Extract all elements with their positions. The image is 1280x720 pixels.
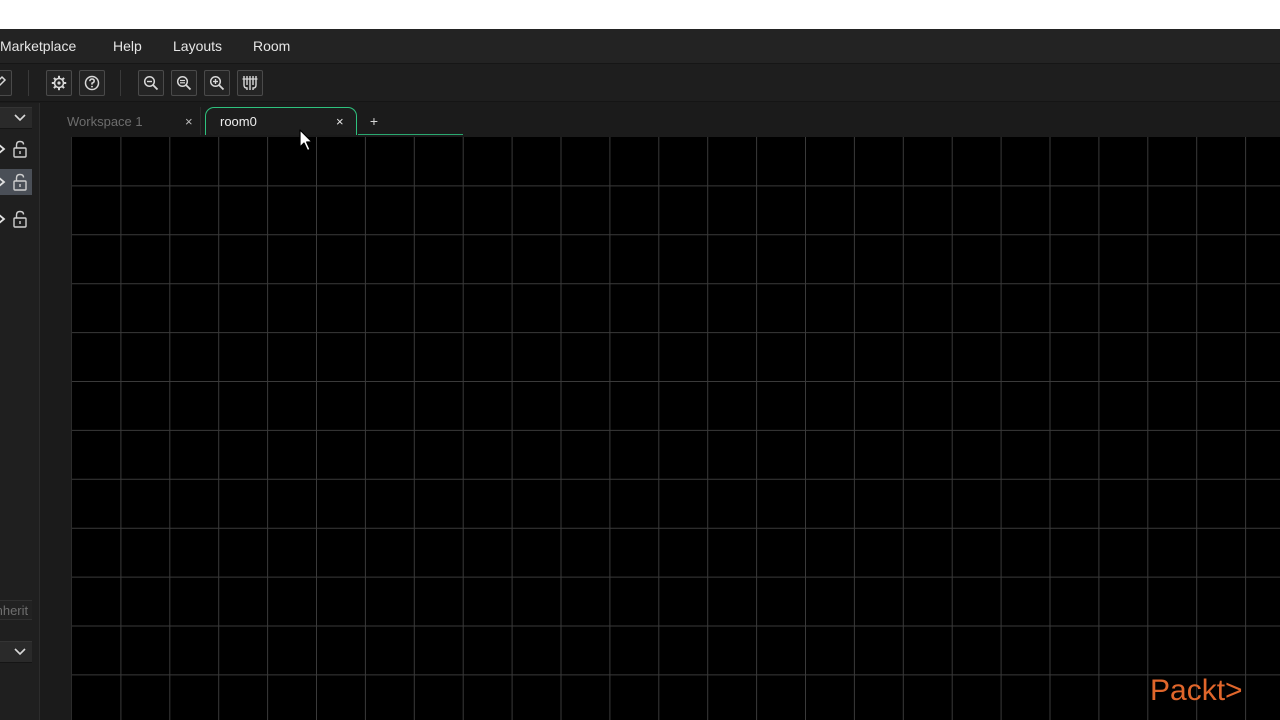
room-canvas[interactable] [71, 137, 1280, 720]
layer-row-selected[interactable] [0, 169, 32, 195]
mouse-cursor-icon [299, 129, 313, 152]
zoom-out-button[interactable] [138, 70, 164, 96]
room-grid [72, 137, 1280, 720]
tab-workspace-1[interactable]: Workspace 1 × [57, 107, 201, 135]
toolbar-separator [28, 70, 29, 96]
visibility-eye-icon[interactable] [0, 176, 8, 188]
menu-layouts[interactable]: Layouts [173, 38, 222, 54]
menu-room[interactable]: Room [253, 38, 290, 54]
lock-icon[interactable] [12, 210, 28, 228]
zoom-in-button[interactable] [204, 70, 230, 96]
grid-toggle-icon [242, 76, 258, 90]
help-button[interactable] [79, 70, 105, 96]
layers-panel-header[interactable] [0, 107, 32, 129]
chevron-down-icon [14, 648, 26, 656]
tab-room0[interactable]: room0 × [205, 107, 357, 135]
close-tab-icon[interactable]: × [185, 115, 193, 128]
menu-marketplace[interactable]: Marketplace [0, 38, 76, 54]
zoom-reset-button[interactable] [171, 70, 197, 96]
zoom-reset-icon [176, 75, 192, 91]
packt-logo: Packt> [1150, 674, 1243, 707]
lock-icon[interactable] [12, 140, 28, 158]
properties-panel-header[interactable] [0, 641, 32, 663]
menu-help[interactable]: Help [113, 38, 142, 54]
toolbar-separator [120, 70, 121, 96]
settings-button[interactable] [46, 70, 72, 96]
tab-strip-underline [358, 134, 463, 135]
inherit-label-text: Inherit [0, 602, 29, 618]
grid-toggle-button[interactable] [237, 70, 263, 96]
layers-panel: Inherit [0, 103, 40, 720]
zoom-out-icon [143, 75, 159, 91]
chevron-down-icon [14, 114, 26, 122]
layer-row[interactable] [0, 136, 32, 162]
room-editor-window: Marketplace Help Layouts Room herit Work… [0, 29, 1280, 720]
tab-label: Workspace 1 [67, 113, 143, 129]
close-tab-icon[interactable]: × [336, 115, 344, 128]
visibility-eye-icon[interactable] [0, 213, 8, 225]
lock-icon[interactable] [12, 173, 28, 191]
zoom-in-icon [209, 75, 225, 91]
pencil-button[interactable] [0, 70, 12, 96]
svg-text:Packt>: Packt> [1150, 674, 1243, 707]
add-tab-button[interactable]: + [365, 112, 383, 130]
inherit-checkbox-label[interactable]: Inherit [0, 600, 32, 620]
help-icon [84, 75, 100, 91]
visibility-eye-icon[interactable] [0, 143, 8, 155]
document-tab-strip: Workspace 1 × room0 × + [41, 103, 1280, 137]
tab-label: room0 [220, 114, 257, 129]
menu-bar: Marketplace Help Layouts Room [0, 29, 1280, 64]
toolbar [0, 64, 1280, 102]
pencil-icon [0, 75, 7, 87]
gear-icon [51, 75, 67, 91]
layer-row[interactable] [0, 206, 32, 232]
